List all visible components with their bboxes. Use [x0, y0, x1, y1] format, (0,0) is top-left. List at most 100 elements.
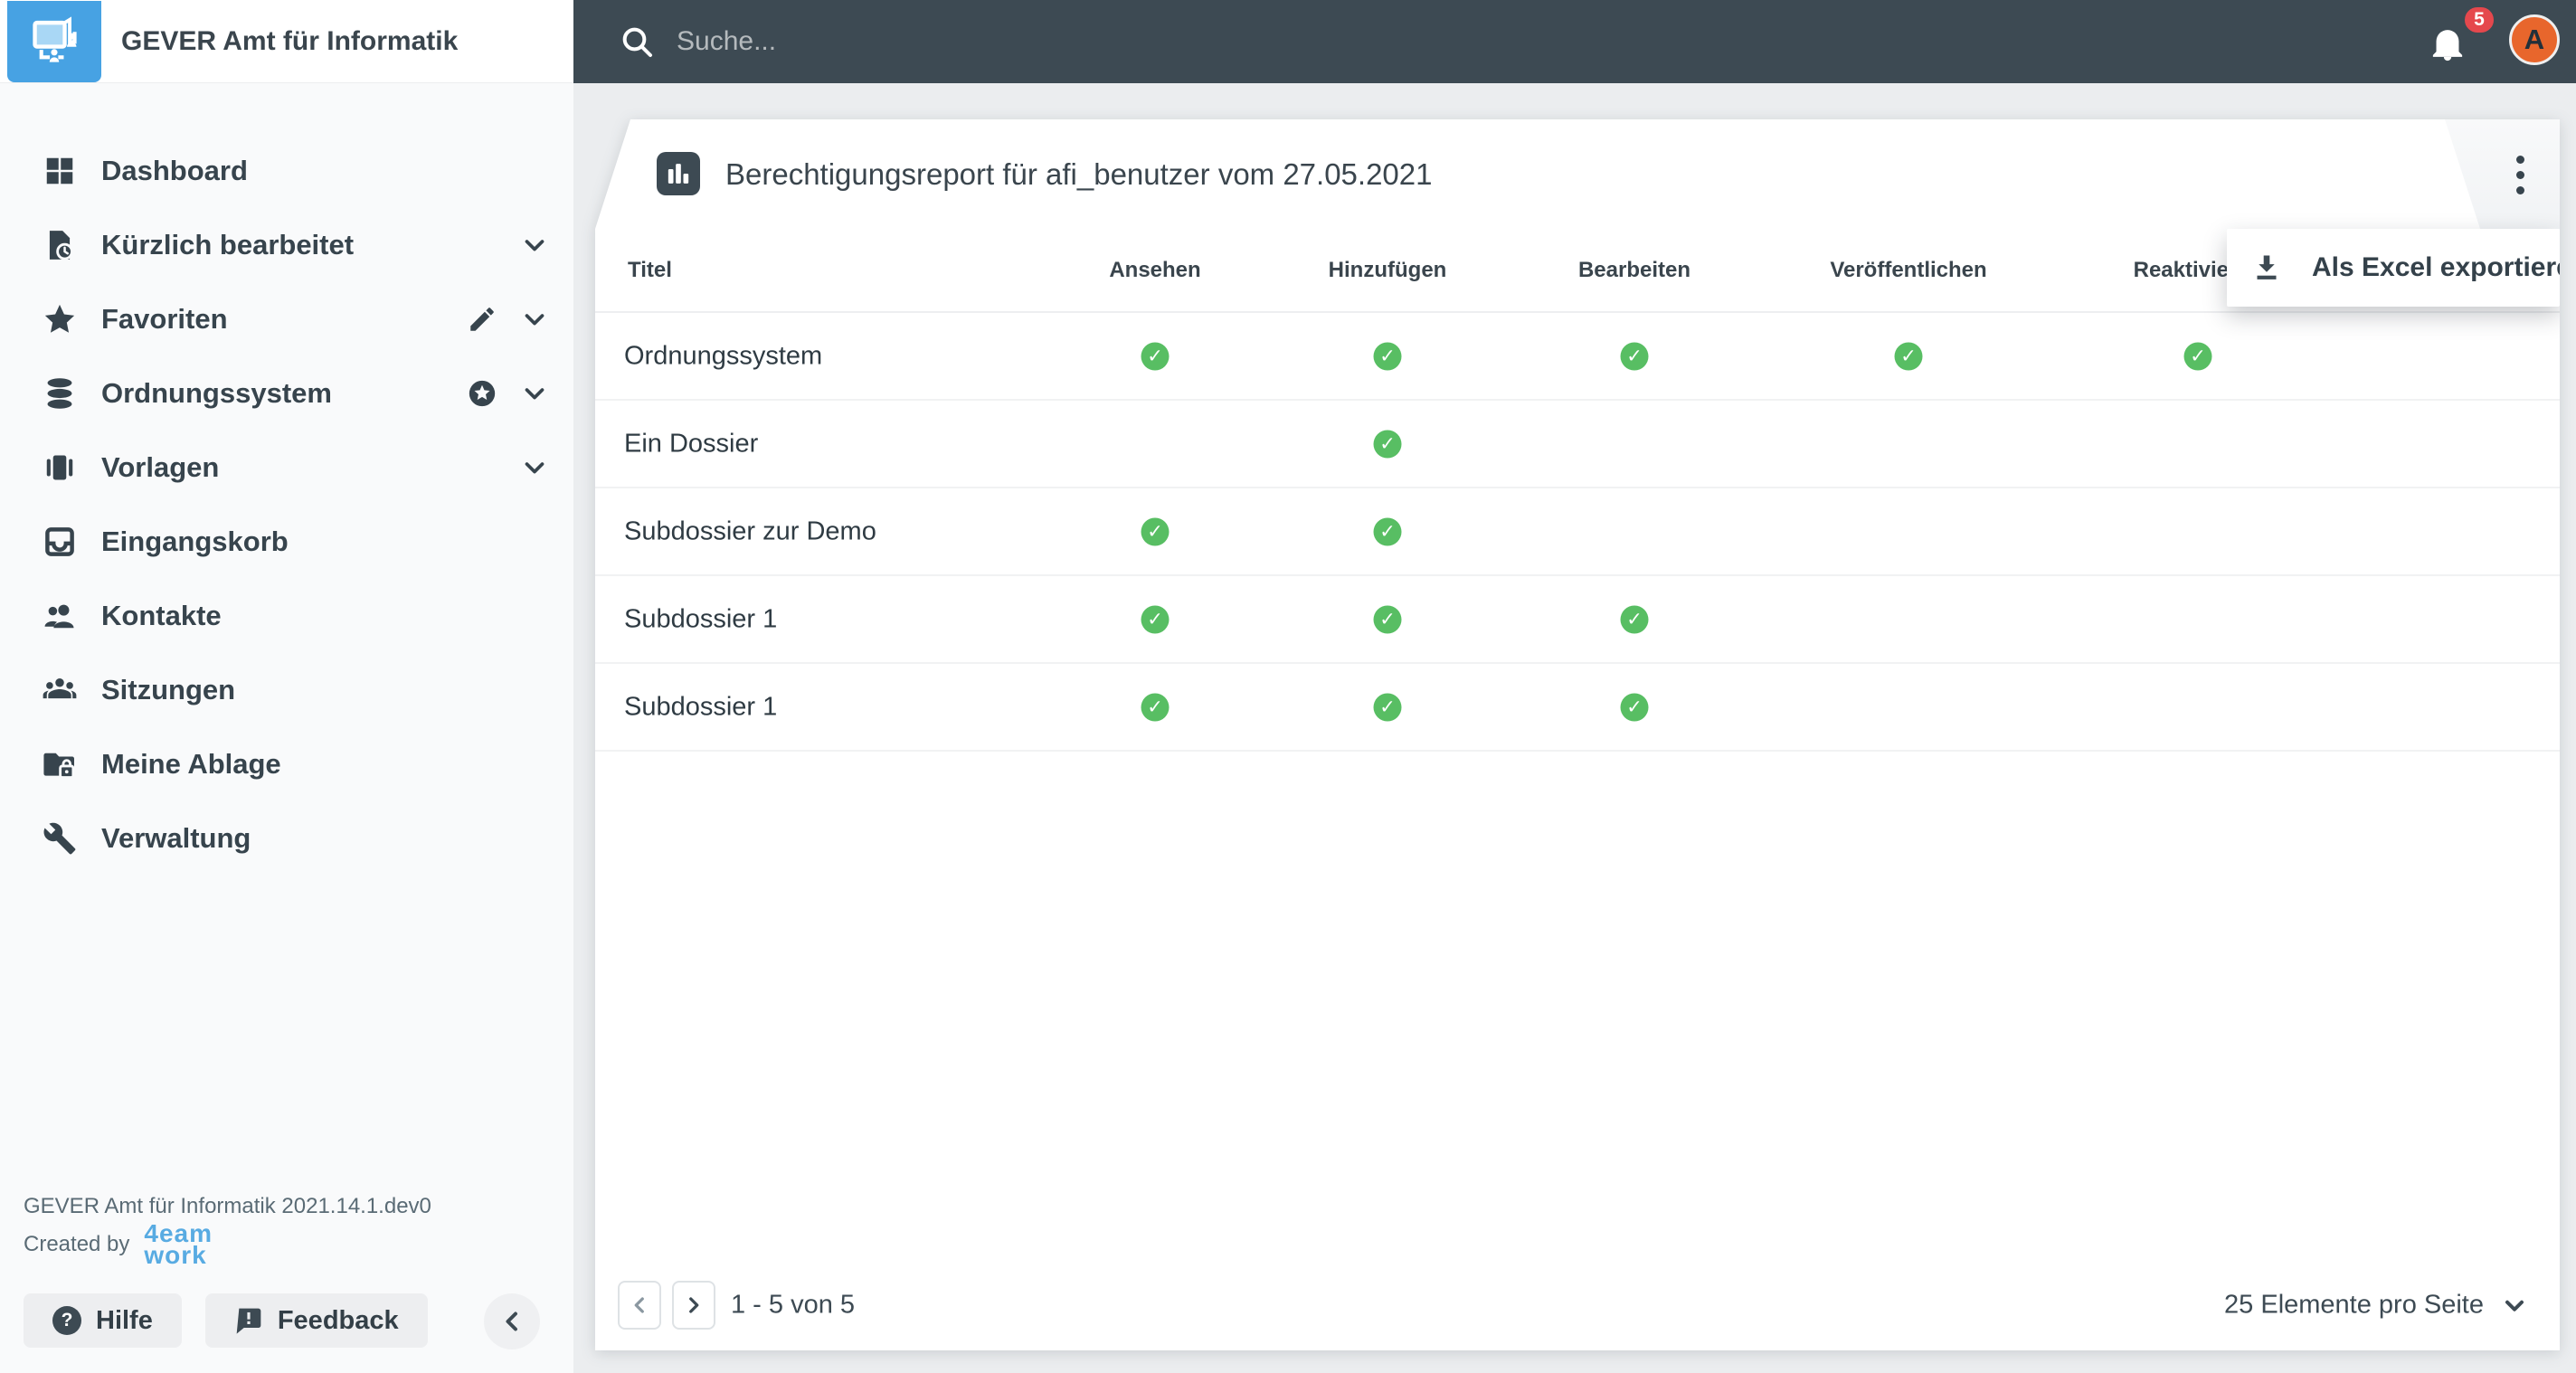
check-icon: [1620, 342, 1649, 370]
sidebar-item-administration[interactable]: Verwaltung: [0, 801, 573, 876]
check-icon: [1141, 517, 1170, 545]
export-menu-item[interactable]: Als Excel exportieren: [2227, 229, 2560, 307]
sidebar-item-label: Kontakte: [101, 600, 222, 631]
check-icon: [1620, 693, 1649, 721]
table-body: Ordnungssystem Ein Dossier Subdossier zu…: [595, 313, 2560, 752]
check-icon: [2183, 342, 2212, 370]
gever-logo-icon: [24, 9, 84, 73]
database-icon: [42, 375, 78, 412]
vendor-logo-line2: work: [144, 1241, 207, 1269]
row-title: Subdossier 1: [624, 692, 778, 721]
app-title: GEVER Amt für Informatik: [121, 25, 459, 56]
report-title: Berechtigungsreport für afi_benutzer vom…: [725, 156, 1433, 191]
sidebar-item-label: Kürzlich bearbeitet: [101, 229, 355, 260]
download-icon: [2250, 251, 2283, 284]
help-icon: ?: [52, 1306, 81, 1335]
table-row: Ein Dossier: [595, 401, 2560, 488]
topbar: 5 A: [573, 0, 2576, 83]
user-avatar[interactable]: A: [2509, 14, 2560, 65]
check-icon: [1373, 430, 1402, 458]
document-clock-icon: [42, 227, 78, 263]
sidebar-item-label: Verwaltung: [101, 822, 251, 854]
check-icon: [1141, 693, 1170, 721]
contacts-icon: [42, 598, 78, 634]
sidebar-nav: Dashboard Kürzlich bearbeitet Favoriten: [0, 134, 573, 876]
check-icon: [1373, 342, 1402, 370]
wrench-icon: [42, 820, 78, 857]
export-menu-label: Als Excel exportieren: [2312, 252, 2576, 282]
previous-page-button[interactable]: [618, 1281, 661, 1330]
sidebar-logo-band: GEVER Amt für Informatik: [0, 0, 573, 83]
chevron-down-icon: [2500, 1291, 2529, 1320]
chevron-down-icon[interactable]: [519, 452, 550, 483]
sidebar-item-contacts[interactable]: Kontakte: [0, 579, 573, 653]
help-label: Hilfe: [96, 1305, 153, 1335]
sidebar-item-label: Sitzungen: [101, 674, 236, 705]
column-header-ansehen: Ansehen: [1109, 257, 1201, 282]
pagination-bar: 1 - 5 von 5 25 Elemente pro Seite: [595, 1260, 2560, 1350]
sidebar-item-my-repository[interactable]: Meine Ablage: [0, 727, 573, 801]
sidebar-item-templates[interactable]: Vorlagen: [0, 431, 573, 505]
sidebar-item-label: Meine Ablage: [101, 748, 281, 780]
sidebar-item-dashboard[interactable]: Dashboard: [0, 134, 573, 208]
column-header-titel: Titel: [628, 257, 672, 282]
row-title: Ordnungssystem: [624, 341, 823, 370]
dashboard-icon: [42, 153, 78, 189]
templates-icon: [42, 450, 78, 486]
feedback-label: Feedback: [277, 1305, 399, 1335]
check-icon: [1373, 605, 1402, 633]
created-by: Created by 4eam work: [24, 1221, 213, 1269]
sidebar-item-filing-system[interactable]: Ordnungssystem: [0, 356, 573, 431]
more-actions-kebab-icon[interactable]: [2493, 143, 2547, 206]
sidebar-item-label: Favoriten: [101, 303, 228, 335]
sidebar-item-favorites[interactable]: Favoriten: [0, 282, 573, 356]
table-row: Subdossier 1: [595, 576, 2560, 664]
report-header: Berechtigungsreport für afi_benutzer vom…: [595, 119, 2560, 229]
page-size-select[interactable]: 25 Elemente pro Seite: [2224, 1291, 2529, 1321]
app-version: GEVER Amt für Informatik 2021.14.1.dev0: [24, 1194, 431, 1218]
star-circle-icon[interactable]: [467, 378, 497, 409]
sidebar-item-label: Vorlagen: [101, 451, 220, 483]
column-header-hinzufuegen: Hinzufügen: [1328, 257, 1447, 282]
chevron-down-icon[interactable]: [519, 230, 550, 260]
check-icon: [1141, 605, 1170, 633]
application-window: GEVER Amt für Informatik Dashboard Kürzl…: [0, 0, 2576, 1373]
report-chart-icon: [657, 152, 700, 195]
table-row: Subdossier zur Demo: [595, 488, 2560, 576]
feedback-button[interactable]: Feedback: [204, 1293, 428, 1348]
sidebar-item-label: Eingangskorb: [101, 526, 289, 557]
row-title: Subdossier 1: [624, 604, 778, 633]
global-search: [619, 0, 1489, 83]
page-size-label: 25 Elemente pro Seite: [2224, 1290, 2484, 1320]
vendor-logo[interactable]: 4eam work: [144, 1221, 213, 1269]
sidebar-item-label: Ordnungssystem: [101, 377, 332, 409]
check-icon: [1620, 605, 1649, 633]
notifications-bell-icon[interactable]: [2428, 22, 2467, 65]
sidebar-footer-buttons: ? Hilfe Feedback: [24, 1293, 428, 1348]
chevron-down-icon[interactable]: [519, 304, 550, 335]
meetings-icon: [42, 672, 78, 708]
sidebar-item-inbox[interactable]: Eingangskorb: [0, 505, 573, 579]
report-card: Berechtigungsreport für afi_benutzer vom…: [595, 119, 2560, 1350]
inbox-icon: [42, 524, 78, 560]
sidebar-item-recently-edited[interactable]: Kürzlich bearbeitet: [0, 208, 573, 282]
next-page-button[interactable]: [672, 1281, 715, 1330]
chevron-down-icon[interactable]: [519, 378, 550, 409]
check-icon: [1373, 517, 1402, 545]
check-icon: [1373, 693, 1402, 721]
pagination-range: 1 - 5 von 5: [731, 1290, 856, 1320]
search-icon: [619, 24, 655, 60]
star-icon: [42, 301, 78, 337]
edit-pencil-icon[interactable]: [467, 304, 497, 335]
created-by-label: Created by: [24, 1232, 130, 1256]
search-input[interactable]: [675, 25, 1489, 58]
row-title: Subdossier zur Demo: [624, 516, 876, 545]
feedback-icon: [234, 1306, 263, 1335]
sidebar-collapse-button[interactable]: [484, 1293, 540, 1349]
sidebar-item-label: Dashboard: [101, 155, 248, 186]
report-card-wrap: Berechtigungsreport für afi_benutzer vom…: [595, 119, 2560, 1350]
help-button[interactable]: ? Hilfe: [24, 1293, 182, 1348]
sidebar-item-meetings[interactable]: Sitzungen: [0, 653, 573, 727]
table-row: Ordnungssystem: [595, 313, 2560, 401]
app-logo[interactable]: [7, 0, 101, 82]
